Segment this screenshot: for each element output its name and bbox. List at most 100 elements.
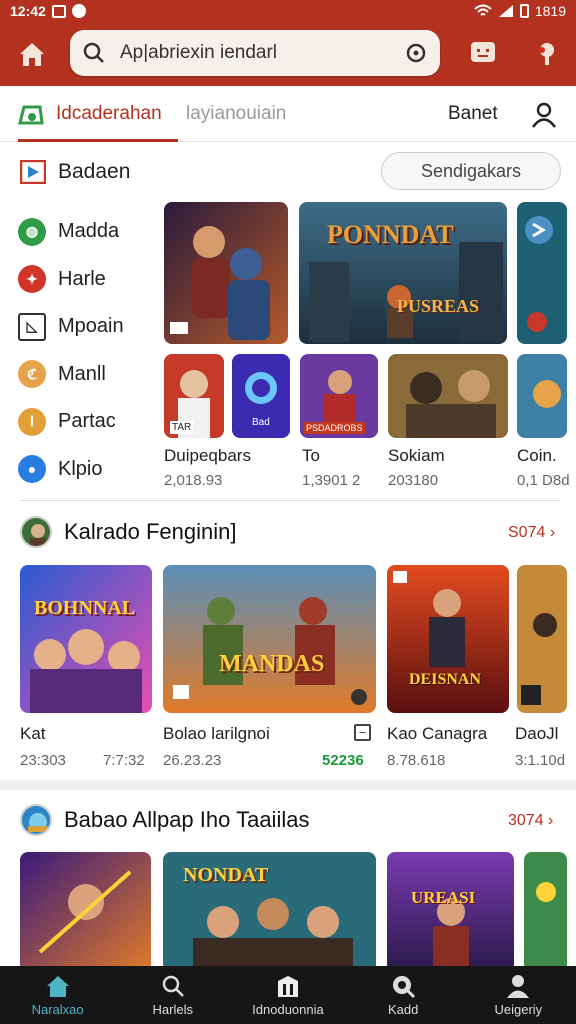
coin-icon: ℭ	[18, 360, 46, 389]
card-meta-right: 7:7:32	[103, 752, 145, 769]
game-card[interactable]	[524, 852, 567, 972]
search-icon	[83, 42, 104, 63]
status-right-text: 1819	[534, 3, 566, 19]
shop-icon	[18, 105, 44, 125]
profile-icon[interactable]	[530, 100, 558, 128]
discover-icon	[393, 976, 416, 999]
home-icon[interactable]	[16, 38, 48, 70]
tile-tag: TAR	[170, 421, 194, 434]
search-bar[interactable]: Ap|abriexin iendarl	[70, 30, 440, 76]
section3-header: Babao Allpap Iho Taaiilas	[20, 804, 309, 836]
search-input[interactable]: Ap|abriexin iendarl	[120, 42, 404, 64]
tile-art	[517, 354, 567, 438]
featured-banner[interactable]: PONNDAT PUSREAS	[299, 202, 507, 344]
category-label: Mpoain	[58, 315, 124, 338]
category-label: Manll	[58, 362, 106, 385]
nav-label: Harlels	[152, 1002, 194, 1017]
category-label: Klpio	[58, 457, 103, 480]
featured-tile-partial[interactable]	[517, 202, 567, 344]
tab-active-label: Idcaderahan	[56, 103, 162, 124]
tab-right[interactable]: Banet	[448, 86, 498, 142]
top-app-bar: Ap|abriexin iendarl	[0, 22, 576, 86]
signal-icon	[498, 5, 513, 17]
small-tile[interactable]: PSDADROBS	[300, 354, 378, 438]
section3-avatar	[20, 804, 52, 836]
category-item[interactable]: ✦ Harle	[18, 256, 124, 304]
category-item[interactable]: ◍ Madda	[18, 208, 124, 256]
small-tile[interactable]: TAR	[164, 354, 224, 438]
categories-filter-label: Sendigakars	[420, 160, 522, 181]
record-icon	[71, 4, 86, 18]
nav-label: Naralxao	[31, 1002, 84, 1017]
category-label: Harle	[58, 267, 106, 290]
nav-search[interactable]: Harlels	[115, 966, 230, 1024]
nav-account[interactable]: Ueigeriy	[461, 966, 576, 1024]
card-title: DaoJl	[515, 724, 559, 743]
chat-icon[interactable]	[468, 38, 498, 68]
tile-tag: Bad	[252, 417, 270, 428]
game-card[interactable]: MANDAS	[163, 565, 376, 713]
nav-label: Kadd	[387, 1002, 419, 1017]
category-item[interactable]: Ⅰ Partac	[18, 398, 124, 446]
section2-header: Kalrado Fenginin]	[20, 516, 236, 548]
hero-art	[164, 202, 288, 344]
section3-more-link[interactable]: 3074 ›	[508, 812, 553, 830]
nav-discover[interactable]: Kadd	[346, 966, 461, 1024]
home-icon	[46, 976, 69, 997]
categories-title: Badaen	[58, 160, 131, 183]
game-card[interactable]: DEISNAN	[387, 565, 509, 713]
image-icon: ◺	[18, 312, 46, 341]
refresh-icon[interactable]	[404, 41, 428, 65]
section-rule	[20, 500, 560, 501]
card-title: Bolao larilgnoi	[163, 724, 270, 743]
game-card[interactable]: UREASI	[387, 852, 514, 972]
card-meta: 3:1.10d	[515, 752, 566, 769]
banner-subtitle: PUSREAS	[397, 296, 480, 316]
card-art-title: BOHNNAL	[34, 597, 136, 619]
section3-title: Babao Allpap Iho Taaiilas	[64, 807, 310, 832]
tile-meta: 1,3901 2	[302, 472, 361, 489]
section-divider	[0, 780, 576, 790]
category-item[interactable]: ● Klpio	[18, 446, 124, 494]
card-price: 52236	[322, 752, 364, 769]
tab-active[interactable]: Idcaderahan	[18, 86, 178, 142]
notification-bell-icon[interactable]	[532, 38, 562, 68]
category-label: Madda	[58, 220, 120, 243]
section2-more-link[interactable]: S074 ›	[508, 524, 555, 542]
section2-title: Kalrado Fenginin]	[64, 519, 237, 544]
small-tile[interactable]: Bad	[232, 354, 290, 438]
small-tile[interactable]	[517, 354, 567, 438]
nav-home[interactable]: Naralxao	[0, 966, 115, 1024]
game-card[interactable]	[517, 565, 567, 713]
leaf-icon: ◍	[18, 217, 46, 246]
small-tile[interactable]	[388, 354, 508, 438]
card-art	[387, 852, 514, 972]
featured-tile-hero[interactable]	[164, 202, 288, 344]
tile-art	[388, 354, 508, 438]
tab-second-label: layianouiain	[186, 103, 287, 124]
flame-icon: ✦	[18, 265, 46, 294]
drop-icon: ●	[18, 455, 46, 484]
tab-second[interactable]: layianouiain	[186, 86, 286, 142]
card-art	[20, 852, 151, 972]
category-item[interactable]: ℭ Manll	[18, 351, 124, 399]
nav-label: Idnoduonnia	[252, 1002, 324, 1017]
status-bar: 12:42 1819	[0, 0, 576, 22]
tab-bar: Idcaderahan layianouiain Banet	[0, 86, 576, 142]
card-meta: 8.78.618	[387, 752, 446, 769]
card-meta: 26.23.23	[163, 752, 222, 769]
game-card[interactable]	[20, 852, 151, 972]
tile-title: Coin.	[517, 446, 557, 465]
game-card[interactable]: NONDAT	[163, 852, 376, 972]
categories-filter-button[interactable]: Sendigakars	[381, 152, 561, 190]
card-art-title: UREASI	[411, 888, 476, 907]
card-badge-icon[interactable]: −	[354, 724, 371, 741]
category-item[interactable]: ◺ Mpoain	[18, 303, 124, 351]
tile-title: Sokiam	[388, 446, 445, 465]
category-list: ◍ Madda ✦ Harle ◺ Mpoain ℭ Manll Ⅰ Partac ● Kl…	[18, 208, 124, 493]
nav-library[interactable]: Idnoduonnia	[230, 966, 345, 1024]
library-icon	[277, 976, 298, 997]
game-card[interactable]: BOHNNAL	[20, 565, 152, 713]
search-icon	[162, 975, 184, 997]
card-art	[517, 565, 567, 713]
